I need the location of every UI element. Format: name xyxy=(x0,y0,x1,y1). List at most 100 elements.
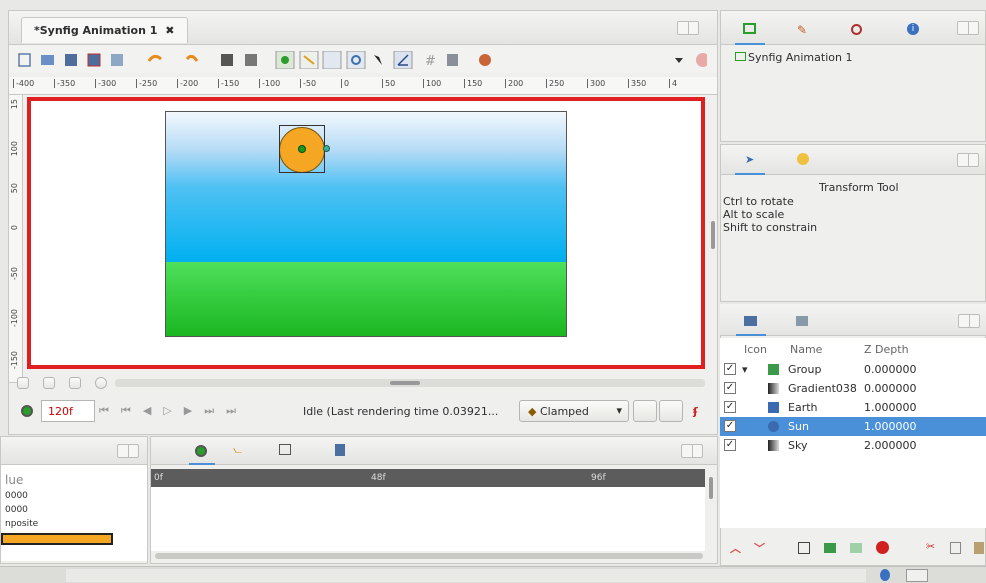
tab-layers[interactable] xyxy=(736,308,766,336)
panel-grip[interactable] xyxy=(957,21,979,35)
layer-row[interactable]: ✓ Sun 1.000000 xyxy=(720,417,986,436)
add-group-icon[interactable] xyxy=(824,543,836,553)
ruler-label: 350 xyxy=(628,79,646,88)
close-tab-icon[interactable]: ✖ xyxy=(165,24,174,37)
timetrack-panel: ⦦ 0f 48f 96f xyxy=(150,436,718,564)
transport-controls: ⏮⏮◀▷▶⏭⏭ xyxy=(99,404,299,420)
timetrack-tabbar: ⦦ xyxy=(151,437,717,465)
layer-visibility-checkbox[interactable]: ✓ xyxy=(724,401,736,413)
keyframe-lock-future-button[interactable] xyxy=(659,400,683,422)
color-swatch[interactable] xyxy=(1,533,113,545)
interpolation-select[interactable]: ◆ Clamped ▾ xyxy=(519,400,629,422)
raise-layer-icon[interactable]: ︿ xyxy=(730,540,741,556)
panel-grip[interactable] xyxy=(677,21,699,35)
layer-visibility-checkbox[interactable]: ✓ xyxy=(724,382,736,394)
expander-icon[interactable]: ▾ xyxy=(742,363,748,376)
copy-layer-icon[interactable] xyxy=(950,542,961,554)
gradient-icon xyxy=(768,383,779,394)
tab-canvas-browser[interactable] xyxy=(735,17,765,45)
scene-frame xyxy=(165,111,567,337)
remove-group-icon[interactable] xyxy=(850,543,862,553)
time-mark: 0f xyxy=(154,473,163,483)
layer-visibility-checkbox[interactable]: ✓ xyxy=(724,439,736,451)
seek-end-icon[interactable]: ⏭ xyxy=(226,404,248,417)
minimize-icon[interactable] xyxy=(906,569,928,582)
layer-row[interactable]: ✓ ▾ Group 0.000000 xyxy=(720,360,986,379)
layer-zdepth: 1.000000 xyxy=(864,401,917,414)
animate-mode-icon[interactable]: ʄ xyxy=(693,405,698,418)
canvas-browser-item[interactable]: Synfig Animation 1 xyxy=(735,51,852,64)
seek-begin-icon[interactable]: ⏮ xyxy=(99,404,121,417)
layers-header: Icon Name Z Depth xyxy=(720,340,986,358)
time-ruler[interactable]: 0f 48f 96f xyxy=(151,469,705,487)
params-row[interactable]: 0000 xyxy=(5,491,28,501)
params-header-value: lue xyxy=(5,473,24,487)
keyframe-lock-past-button[interactable] xyxy=(633,400,657,422)
sun-center-duck[interactable] xyxy=(298,145,306,153)
grid-icon: # xyxy=(425,54,436,69)
delete-layer-icon[interactable] xyxy=(876,541,889,554)
group-layer-icon[interactable] xyxy=(798,542,810,554)
prev-frame-icon[interactable]: ◀ xyxy=(143,404,163,417)
paste-layer-icon[interactable] xyxy=(974,542,984,554)
canvas-vscroll[interactable] xyxy=(711,221,715,249)
lower-layer-icon[interactable]: ﹀ xyxy=(754,540,765,556)
tab-title: *Synfig Animation 1 xyxy=(34,24,158,37)
interpolation-icon: ◆ xyxy=(528,405,537,418)
sets-tab-icon[interactable] xyxy=(796,316,808,326)
library-icon[interactable] xyxy=(335,444,345,456)
zoom-fit-button[interactable] xyxy=(69,377,81,389)
params-table: lue 0000 0000 nposite xyxy=(1,465,147,561)
tab-tool-options[interactable]: ➤ xyxy=(735,149,765,175)
library-tab-icon[interactable]: ✎ xyxy=(797,23,807,37)
layer-visibility-checkbox[interactable]: ✓ xyxy=(724,363,736,375)
cut-layer-icon[interactable]: ✂ xyxy=(926,540,935,553)
canvas-bottom-bar xyxy=(9,375,717,393)
canvas-browser-panel: ✎ i Synfig Animation 1 xyxy=(720,10,986,142)
timetrack-area[interactable] xyxy=(151,487,705,551)
tab-canvas[interactable]: *Synfig Animation 1 ✖ xyxy=(21,17,188,43)
params-row[interactable]: nposite xyxy=(5,519,38,529)
horizontal-ruler: -400 -350 -300 -250 -200 -150 -100 -50 0 50 100 150… xyxy=(9,77,717,95)
timetrack-vscroll[interactable] xyxy=(709,477,713,499)
ruler-label: 150 xyxy=(464,79,482,88)
panel-grip[interactable] xyxy=(958,314,980,328)
end-time-field[interactable]: 120f xyxy=(41,400,95,422)
zoom-out-button[interactable] xyxy=(17,377,29,389)
layer-row[interactable]: ✓ Sky 2.000000 xyxy=(720,436,986,455)
canvas-workarea[interactable] xyxy=(27,97,705,369)
next-keyframe-icon[interactable]: ⏭ xyxy=(204,404,226,417)
panel-grip[interactable] xyxy=(117,444,139,458)
zoom-in-button[interactable] xyxy=(43,377,55,389)
sun-radius-duck[interactable] xyxy=(323,145,330,152)
circle-icon xyxy=(768,421,779,432)
panel-grip[interactable] xyxy=(681,444,703,458)
layer-row[interactable]: ✓ Earth 1.000000 xyxy=(720,398,986,417)
navigator-tab-icon[interactable] xyxy=(851,24,862,35)
history-tab-icon[interactable] xyxy=(797,153,809,165)
timetrack-hscroll[interactable] xyxy=(155,553,703,559)
play-icon[interactable]: ▷ xyxy=(163,404,183,417)
ruler-label: -300 xyxy=(95,79,116,88)
curves-icon[interactable]: ⦦ xyxy=(233,443,242,457)
stop-render-icon xyxy=(696,53,707,67)
animation-mode-icon[interactable] xyxy=(21,405,33,417)
canvas-hscroll[interactable] xyxy=(115,379,705,387)
layer-visibility-checkbox[interactable]: ✓ xyxy=(724,420,736,432)
panel-grip[interactable] xyxy=(957,153,979,167)
col-zdepth[interactable]: Z Depth xyxy=(864,343,909,356)
col-name[interactable]: Name xyxy=(790,343,822,356)
layer-row[interactable]: ✓ Gradient038 0.000000 xyxy=(720,379,986,398)
next-frame-icon[interactable]: ▶ xyxy=(184,404,204,417)
open-file-icon xyxy=(41,55,54,65)
zoom-100-button[interactable] xyxy=(95,377,107,389)
ruler-label: -200 xyxy=(177,79,198,88)
info-tab-icon[interactable]: i xyxy=(907,23,919,35)
keyframes-icon[interactable] xyxy=(279,444,291,455)
tab-timetrack[interactable] xyxy=(189,441,215,465)
preview-icon xyxy=(245,54,257,66)
params-row[interactable]: 0000 xyxy=(5,505,28,515)
prev-keyframe-icon[interactable]: ⏮ xyxy=(121,404,143,417)
col-icon[interactable]: Icon xyxy=(744,343,767,356)
tool-hint: Alt to scale xyxy=(723,208,785,221)
